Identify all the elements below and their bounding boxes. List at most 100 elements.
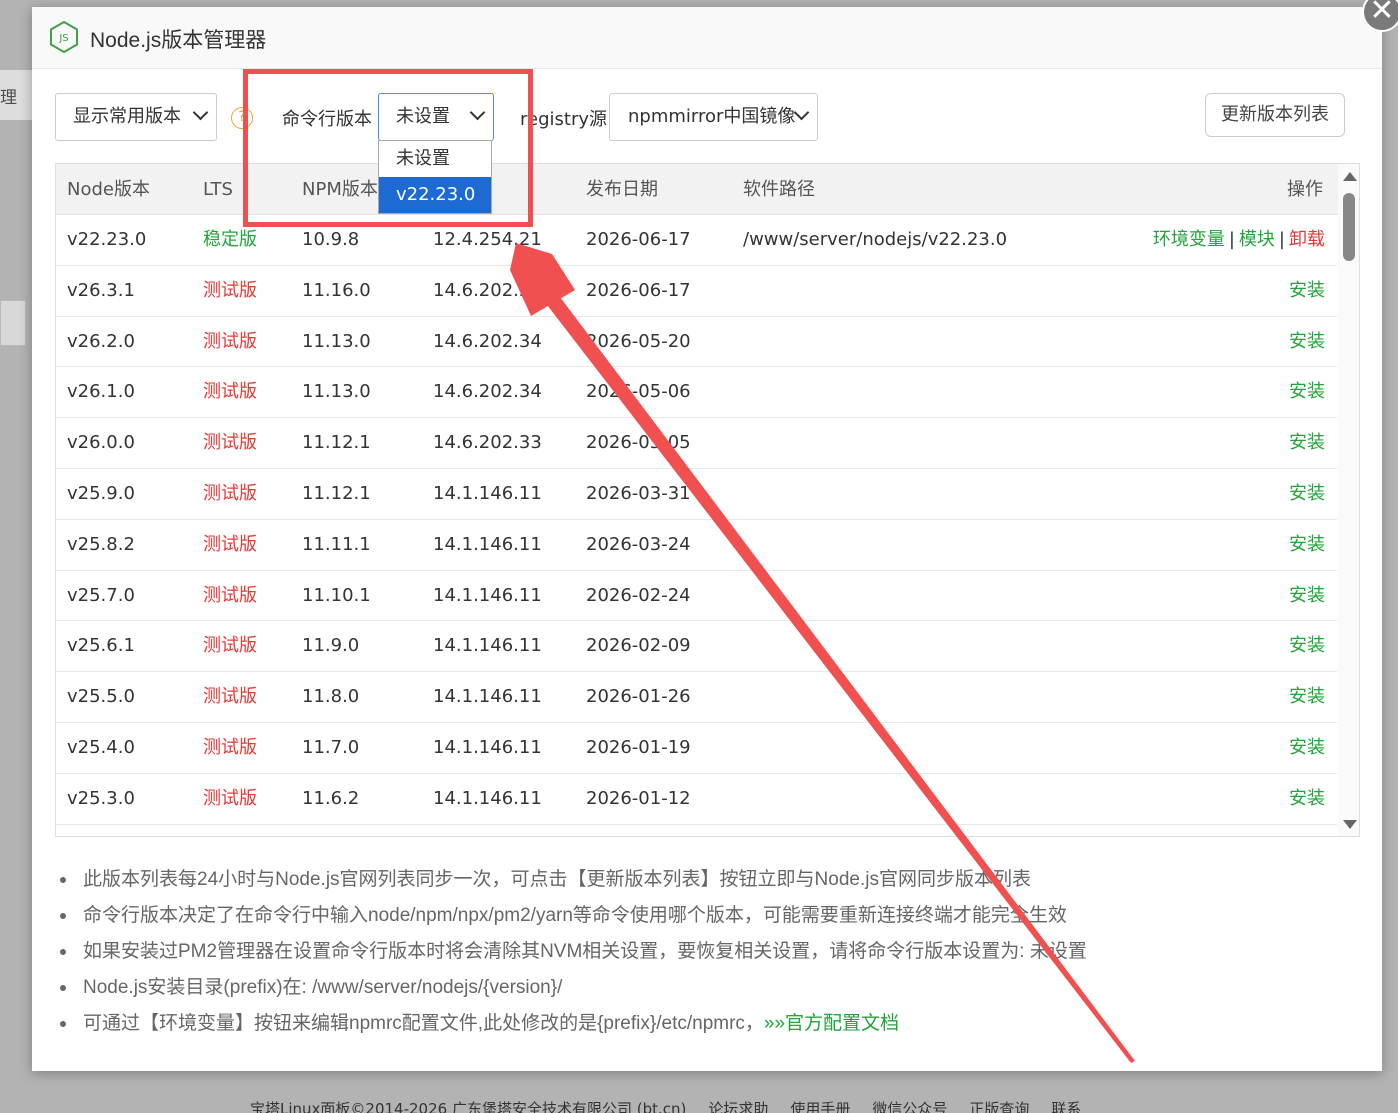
lts-cell: 测试版 [203,330,257,352]
v8-cell: 14.1.146.11 [433,482,542,504]
install-button[interactable]: 安装 [1289,686,1325,707]
install-button[interactable]: 安装 [1289,483,1325,504]
registry-value: npmmirror中国镜像 [628,106,796,127]
npm-cell: 11.7.0 [302,736,360,758]
table-row: v25.5.0 测试版 11.8.0 14.1.146.11 2026-01-26 安装 [56,672,1337,723]
lts-cell: 测试版 [203,584,257,606]
v8-cell: 14.6.202.34 [433,279,542,301]
npm-cell: 11.11.1 [302,533,371,555]
background-footer: 宝塔Linux面板©2014-2026 广东堡塔安全技术有限公司 (bt.cn)… [250,1098,1103,1113]
version-cell: v25.5.0 [67,686,135,708]
env-variable-button[interactable]: 环境变量 [1153,229,1225,250]
table-row: v26.1.0 测试版 11.13.0 14.6.202.34 2026-05-06 安装 [56,367,1337,419]
date-cell: 2026-03-31 [586,482,691,504]
install-button[interactable]: 安装 [1289,280,1325,301]
version-cell: v26.3.1 [67,279,135,301]
lts-cell: 测试版 [203,432,257,454]
note-item: Node.js安装目录(prefix)在: /www/server/nodejs… [56,970,1087,1006]
footer-item[interactable]: 使用手册 [790,1100,850,1113]
table-row: v25.4.0 测试版 11.7.0 14.1.146.11 2026-01-19 安装 [56,722,1337,774]
common-versions-value: 显示常用版本 [73,106,181,127]
date-cell: 2026-02-09 [586,635,691,657]
scroll-down-icon[interactable] [1343,820,1357,829]
npm-cell: 11.12.1 [302,432,371,454]
v8-cell: 14.1.146.11 [433,686,542,708]
date-cell: 2026-05-06 [586,381,691,403]
v8-cell: 14.1.146.11 [433,787,542,809]
table-row: v25.8.2 测试版 11.11.1 14.1.146.11 2026-03-24 安装 [56,519,1337,571]
table-scrollbar[interactable] [1338,164,1359,836]
date-cell: 2026-01-12 [586,787,691,809]
dialog-header: JS Node.js版本管理器 [32,7,1382,69]
operations-cell: 安装 [1289,418,1325,468]
note-text: 如果安装过PM2管理器在设置命令行版本时将会清除其NVM相关设置，要恢复相关设置… [83,941,1087,962]
header-operations: 操作 [1287,179,1323,200]
header-path: 软件路径 [743,179,815,200]
date-cell: 2026-01-26 [586,686,691,708]
refresh-version-list-button[interactable]: 更新版本列表 [1205,93,1345,137]
operations-cell: 安装 [1289,469,1325,519]
v8-cell: 14.6.202.34 [433,330,542,352]
footer-item[interactable]: 微信公众号 [872,1100,947,1113]
separator: | [1278,229,1285,250]
operations-cell: 安装 [1289,317,1325,367]
nodejs-logo-text: JS [58,33,68,44]
date-cell: 2026-01-19 [586,736,691,758]
v8-cell: 14.1.146.11 [433,736,542,758]
footer-item[interactable]: 联系 [1051,1100,1081,1113]
npm-cell: 11.9.0 [302,635,360,657]
v8-cell: 14.1.146.11 [433,533,542,555]
note-text: Node.js安装目录(prefix)在: /www/server/nodejs… [83,977,563,998]
install-button[interactable]: 安装 [1289,635,1325,656]
install-button[interactable]: 安装 [1289,737,1325,758]
registry-label: registry源 [520,109,607,130]
operations-cell: 安装 [1289,367,1325,417]
footer-item[interactable]: 论坛求助 [708,1100,768,1113]
footer-item[interactable]: 正版查询 [969,1100,1029,1113]
table-row: v26.2.0 测试版 11.13.0 14.6.202.34 2026-05-20 安装 [56,316,1337,368]
separator: | [1228,229,1235,250]
install-button[interactable]: 安装 [1289,381,1325,402]
table-row: v25.3.0 测试版 11.6.2 14.1.146.11 2026-01-12 安装 [56,773,1337,825]
module-button[interactable]: 模块 [1239,229,1275,250]
version-cell: v25.8.2 [67,533,135,555]
version-cell: v22.23.0 [67,229,147,250]
install-button[interactable]: 安装 [1289,432,1325,453]
header-version: Node版本 [67,179,150,200]
scrollbar-thumb[interactable] [1343,193,1355,261]
header-date: 发布日期 [586,179,658,200]
lts-cell: 测试版 [203,381,257,403]
version-cell: v25.4.0 [67,736,135,758]
note-item: 此版本列表每24小时与Node.js官网列表同步一次，可点击【更新版本列表】按钮… [56,862,1087,898]
date-cell: 2026-05-05 [586,432,691,454]
operations-cell: 环境变量 | 模块 | 卸载 [1153,215,1325,265]
npm-cell: 11.16.0 [302,279,371,301]
uninstall-button[interactable]: 卸载 [1289,229,1325,250]
date-cell: 2026-02-24 [586,584,691,606]
install-button[interactable]: 安装 [1289,331,1325,352]
install-button[interactable]: 安装 [1289,585,1325,606]
annotation-highlight-box [243,69,533,227]
date-cell: 2026-03-24 [586,533,691,555]
path-cell: /www/server/nodejs/v22.23.0 [743,229,1008,250]
official-config-doc-link[interactable]: »»官方配置文档 [764,1013,899,1034]
version-cell: v26.2.0 [67,330,135,352]
version-table: Node版本 LTS NPM版本 发布日期 软件路径 操作 v22.23.0 稳定… [55,163,1360,837]
operations-cell: 安装 [1289,520,1325,570]
table-row: v26.0.0 测试版 11.12.1 14.6.202.33 2026-05-05 安装 [56,418,1337,469]
install-button[interactable]: 安装 [1289,534,1325,555]
version-cell: v26.1.0 [67,381,135,403]
common-versions-select[interactable]: 显示常用版本 [55,93,217,141]
registry-select[interactable]: npmmirror中国镜像 [609,93,818,141]
scroll-up-icon[interactable] [1343,172,1357,181]
version-cell: v25.3.0 [67,787,135,809]
note-item: 命令行版本决定了在命令行中输入node/npm/npx/pm2/yarn等命令使… [56,898,1087,934]
table-row: v25.7.0 测试版 11.10.1 14.1.146.11 2026-02-24 安装 [56,570,1337,622]
table-row: v25.6.1 测试版 11.9.0 14.1.146.11 2026-02-09 安装 [56,621,1337,673]
version-cell: v25.7.0 [67,584,135,606]
note-item: 可通过【环境变量】按钮来编辑npmrc配置文件,此处修改的是{prefix}/e… [56,1006,1087,1042]
v8-cell: 14.6.202.34 [433,381,542,403]
install-button[interactable]: 安装 [1289,788,1325,809]
version-cell: v26.0.0 [67,432,135,454]
operations-cell: 安装 [1289,266,1325,316]
